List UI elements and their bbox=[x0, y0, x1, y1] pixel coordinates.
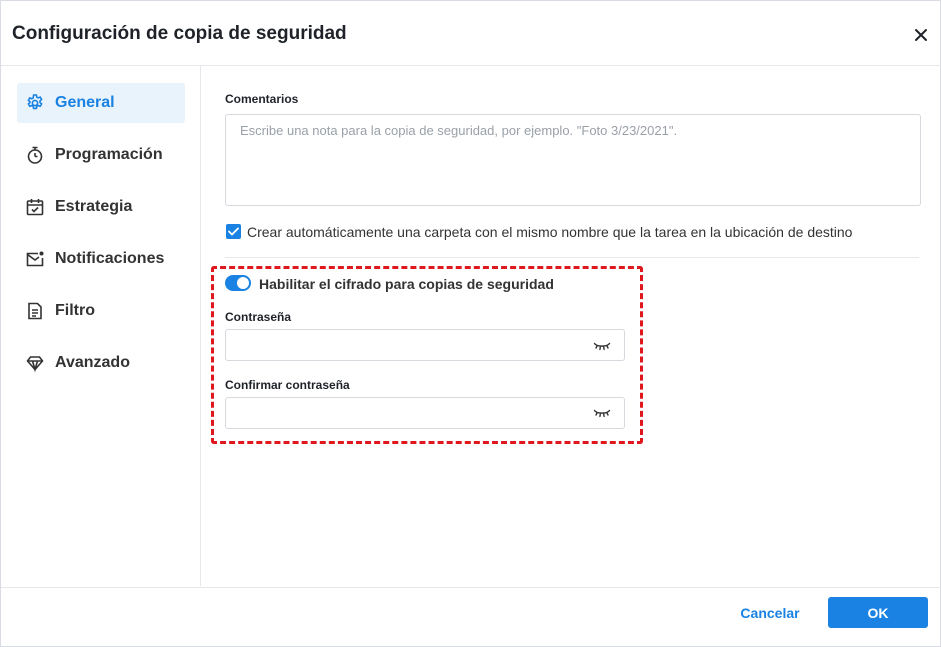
toggle-knob bbox=[237, 277, 249, 289]
confirm-password-field[interactable] bbox=[225, 397, 625, 429]
sidebar-item-avanzado[interactable]: Avanzado bbox=[17, 343, 185, 383]
diamond-icon bbox=[25, 353, 45, 373]
encryption-label: Habilitar el cifrado para copias de segu… bbox=[259, 276, 554, 292]
sidebar-item-general[interactable]: General bbox=[17, 83, 185, 123]
sidebar-item-filtro[interactable]: Filtro bbox=[17, 291, 185, 331]
encryption-toggle[interactable] bbox=[225, 275, 251, 291]
calendar-check-icon bbox=[25, 197, 45, 217]
mail-notification-icon bbox=[25, 249, 45, 269]
eye-closed-icon[interactable] bbox=[593, 339, 611, 351]
comments-textarea[interactable] bbox=[225, 114, 921, 206]
password-label: Contraseña bbox=[225, 310, 292, 324]
checkmark-icon bbox=[228, 227, 239, 236]
auto-folder-checkbox[interactable] bbox=[226, 224, 241, 239]
sidebar-item-label: Programación bbox=[55, 146, 163, 163]
sidebar-item-programacion[interactable]: Programación bbox=[17, 135, 185, 175]
password-field[interactable] bbox=[225, 329, 625, 361]
settings-sidebar: General Programación Estrategia Notifica… bbox=[1, 66, 201, 586]
cancel-button[interactable]: Cancelar bbox=[735, 603, 805, 623]
sidebar-item-notificaciones[interactable]: Notificaciones bbox=[17, 239, 185, 279]
dialog-header: Configuración de copia de seguridad bbox=[1, 1, 941, 66]
sidebar-item-label: Notificaciones bbox=[55, 250, 165, 267]
eye-closed-icon[interactable] bbox=[593, 406, 611, 418]
sidebar-item-estrategia[interactable]: Estrategia bbox=[17, 187, 185, 227]
gear-icon bbox=[25, 93, 45, 113]
close-icon[interactable] bbox=[911, 25, 931, 45]
sidebar-item-label: Filtro bbox=[55, 302, 95, 319]
section-divider bbox=[225, 257, 919, 258]
confirm-password-label: Confirmar contraseña bbox=[225, 378, 350, 392]
document-filter-icon bbox=[25, 301, 45, 321]
sidebar-item-label: Estrategia bbox=[55, 198, 133, 215]
dialog-title: Configuración de copia de seguridad bbox=[12, 23, 347, 44]
auto-folder-label: Crear automáticamente una carpeta con el… bbox=[247, 224, 853, 240]
ok-button[interactable]: OK bbox=[828, 597, 928, 628]
backup-settings-dialog: Configuración de copia de seguridad Gene… bbox=[0, 0, 941, 647]
comments-label: Comentarios bbox=[225, 92, 299, 106]
sidebar-item-label: General bbox=[55, 94, 115, 111]
stopwatch-icon bbox=[25, 145, 45, 165]
sidebar-item-label: Avanzado bbox=[55, 354, 130, 371]
